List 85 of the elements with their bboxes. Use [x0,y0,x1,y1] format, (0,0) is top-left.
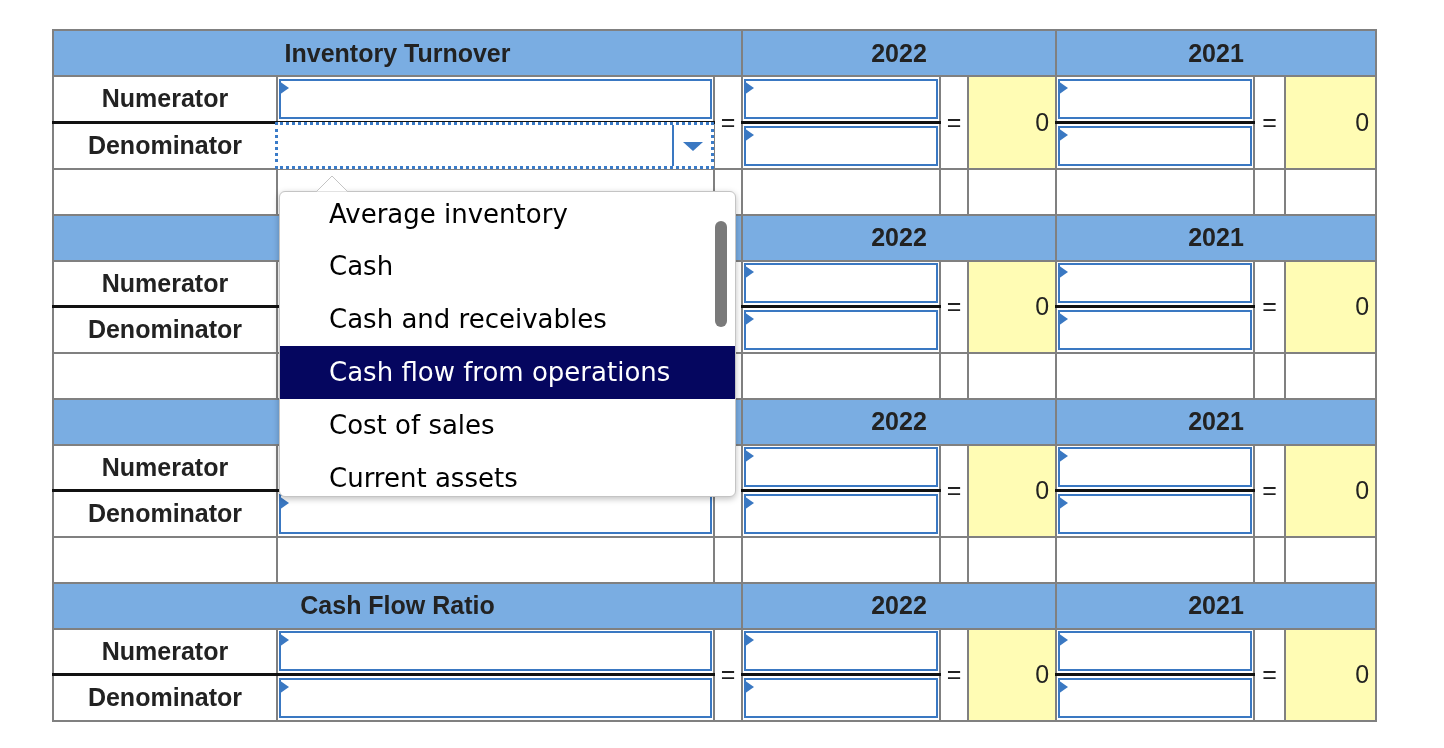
row-label: Denominator [53,674,277,721]
row-label: Numerator [53,628,277,675]
menu-option[interactable]: Cash and receivables [280,292,735,346]
corner-flag-icon [1058,679,1069,694]
menu-option[interactable]: Average inventory [280,191,735,240]
input-field[interactable] [744,631,938,672]
equals-sign: = [1262,107,1277,136]
menu-option[interactable]: Cash flow from operations [280,345,735,399]
row-label: Denominator [53,490,277,537]
row-label: Numerator [53,444,277,491]
select-field[interactable] [279,493,712,534]
corner-flag-icon [279,679,289,694]
input-field[interactable] [744,447,938,488]
input-field[interactable] [744,263,938,304]
result-value: 0 [968,260,1057,353]
year-header: 2022 [742,582,1057,629]
corner-flag-icon [1058,495,1069,510]
year-header: 2022 [742,214,1057,261]
corner-flag-icon [1058,80,1069,95]
corner-flag-icon [1058,633,1069,648]
input-field[interactable] [1058,677,1253,718]
corner-flag-icon [744,633,754,648]
input-field[interactable] [744,677,938,718]
corner-flag-icon [744,495,754,510]
corner-flag-icon [744,80,754,95]
input-field[interactable] [744,125,938,166]
corner-flag-icon [279,633,289,648]
input-field[interactable] [1058,78,1253,119]
equals-sign: = [720,660,736,688]
corner-flag-icon [1058,127,1069,142]
equals-sign: = [946,476,962,504]
equals-sign: = [720,107,736,136]
select-field[interactable] [275,121,714,169]
corner-flag-icon [1058,265,1069,280]
year-header: 2021 [1056,398,1377,445]
corner-flag-icon [744,679,754,694]
year-header: 2021 [1056,30,1377,76]
equals-sign: = [1262,292,1277,320]
menu-option[interactable]: Cost of sales [280,398,735,452]
corner-flag-icon [744,265,754,280]
input-field[interactable] [1058,447,1253,488]
input-field[interactable] [744,493,938,534]
input-field[interactable] [1058,125,1253,166]
corner-flag-icon [279,80,289,95]
corner-flag-icon [1058,311,1069,326]
input-field[interactable] [744,78,938,119]
select-field[interactable] [279,677,712,718]
input-field[interactable] [1058,493,1253,534]
section-header: Inventory Turnover [53,30,742,76]
equals-sign: = [946,107,962,136]
input-field[interactable] [1058,263,1253,304]
result-value: 0 [1285,628,1377,721]
result-value: 0 [968,76,1057,169]
corner-flag-icon [744,127,754,142]
corner-flag-icon [744,449,754,464]
equals-sign: = [946,292,962,320]
caret-icon [683,141,703,151]
corner-flag-icon [744,311,754,326]
result-value: 0 [968,628,1057,721]
year-header: 2022 [742,30,1057,76]
corner-flag-icon [1058,449,1069,464]
select-field[interactable] [279,631,712,672]
input-field[interactable] [744,309,938,350]
result-value: 0 [968,444,1057,537]
equals-sign: = [1262,476,1277,504]
year-header: 2022 [742,398,1057,445]
section-header: Cash Flow Ratio [53,582,742,629]
scrollbar-thumb[interactable] [715,220,727,327]
result-value: 0 [1285,260,1377,353]
select-field[interactable] [279,78,712,119]
row-label: Numerator [53,76,277,122]
row-label: Denominator [53,122,277,169]
result-value: 0 [1285,444,1377,537]
row-label: Numerator [53,260,277,307]
equals-sign: = [946,660,962,688]
menu-option[interactable]: Cash [280,239,735,293]
menu-option[interactable]: Current assets [280,451,735,496]
result-value: 0 [1285,76,1377,169]
year-header: 2021 [1056,214,1377,261]
row-label: Denominator [53,306,277,353]
input-field[interactable] [1058,631,1253,672]
input-field[interactable] [1058,309,1253,350]
year-header: 2021 [1056,582,1377,629]
equals-sign: = [1262,660,1277,688]
corner-flag-icon [279,495,289,510]
